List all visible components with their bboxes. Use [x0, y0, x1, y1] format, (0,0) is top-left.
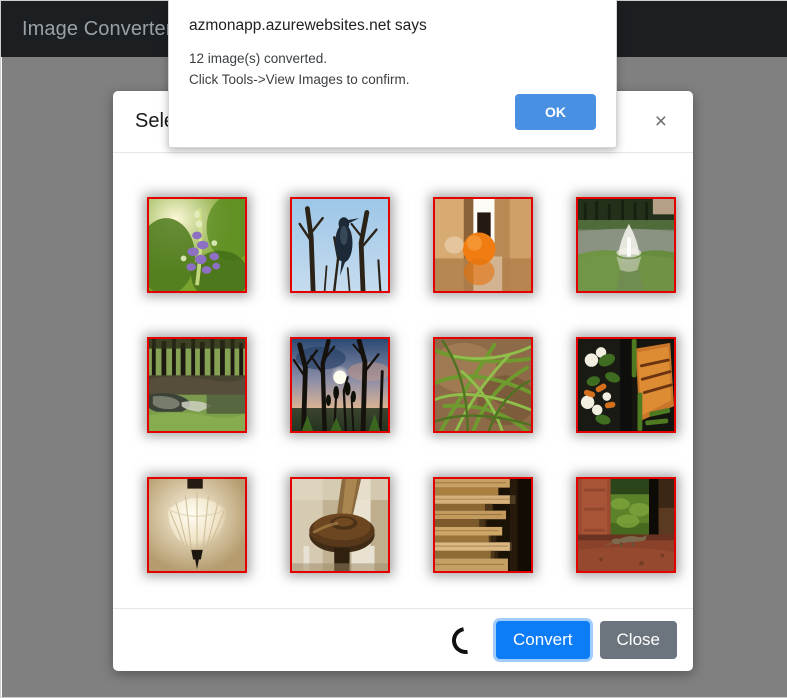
alert-message-line-2: Click Tools->View Images to confirm. — [189, 71, 410, 87]
thumbnail-pendant-ceiling-lamp[interactable] — [146, 477, 247, 573]
thumbnail-pond-fountain[interactable] — [575, 197, 676, 293]
modal-body — [113, 153, 693, 608]
alert-actions: OK — [515, 94, 596, 130]
thumbnail-wooden-banister[interactable] — [289, 477, 390, 573]
thumbnail-purple-flower-spike[interactable] — [146, 197, 247, 293]
alert-message-line-1: 12 image(s) converted. — [189, 51, 328, 66]
close-icon[interactable]: × — [649, 107, 673, 136]
close-button[interactable]: Close — [599, 621, 677, 659]
select-images-modal: Select Images × — [113, 91, 693, 671]
alert-ok-button[interactable]: OK — [515, 94, 596, 130]
convert-button[interactable]: Convert — [496, 621, 590, 659]
thumbnail-stacked-books[interactable] — [432, 477, 533, 573]
thumbnail-orange-on-table[interactable] — [432, 197, 533, 293]
thumbnail-grid — [125, 175, 687, 595]
thumbnail-lizard-by-column[interactable] — [575, 477, 676, 573]
thumbnail-grass-closeup[interactable] — [432, 337, 533, 433]
alert-origin-text: azmonapp.azurewebsites.net says — [189, 17, 427, 34]
thumbnail-food-plate[interactable] — [575, 337, 676, 433]
loading-spinner — [446, 621, 485, 659]
navbar-brand[interactable]: Image Converter — [1, 18, 172, 41]
thumbnail-sunset-through-trees[interactable] — [289, 337, 390, 433]
thumbnail-bird-on-bare-branches[interactable] — [289, 197, 390, 293]
modal-footer: Convert Close — [113, 608, 693, 671]
thumbnail-forest-stream[interactable] — [146, 337, 247, 433]
browser-alert-dialog: azmonapp.azurewebsites.net says 12 image… — [168, 0, 617, 148]
